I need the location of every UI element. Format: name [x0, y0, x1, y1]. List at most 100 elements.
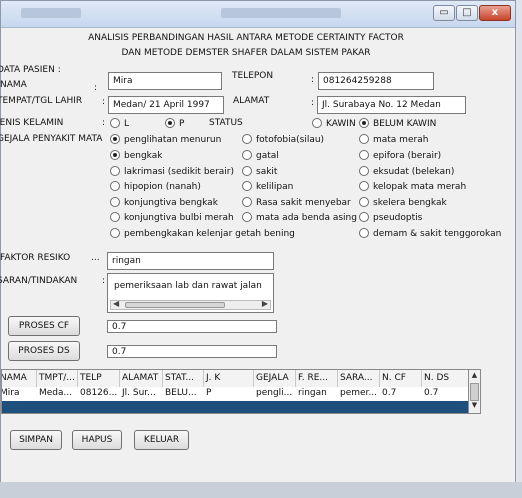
symptom-radio[interactable]: sakit: [242, 165, 277, 178]
saran-tindakan-textarea[interactable]: pemeriksaan lab dan rawat jalan ◀ ▶: [107, 273, 274, 313]
ttl-label: TEMPAT/TGL LAHIR: [0, 96, 83, 106]
symptom-label: bengkak: [124, 151, 163, 161]
status-radio-kawin[interactable]: KAWIN: [312, 117, 356, 130]
symptom-radio[interactable]: pseudoptis: [359, 211, 422, 224]
scroll-up-icon[interactable]: ▲: [470, 371, 479, 382]
symptom-label: fotofobia(silau): [256, 135, 325, 145]
status-radio-belum-kawin[interactable]: BELUM KAWIN: [359, 117, 436, 130]
symptom-label: kelilipan: [256, 182, 294, 192]
radio-icon: [110, 211, 120, 222]
nama-input[interactable]: Mira: [108, 72, 222, 90]
scroll-right-icon[interactable]: ▶: [262, 299, 268, 308]
status-label: STATUS: [209, 118, 243, 128]
telepon-label: TELEPON: [232, 71, 274, 81]
gejala-label: GEJALA PENYAKIT MATA: [0, 134, 103, 144]
column-header[interactable]: GEJALA: [254, 370, 296, 387]
telepon-input[interactable]: 081264259288: [318, 72, 434, 90]
scroll-left-icon[interactable]: ◀: [113, 299, 119, 308]
symptom-radio[interactable]: lakrimasi (sedikit berair): [110, 165, 234, 178]
cf-result-field[interactable]: 0.7: [107, 320, 277, 333]
jenis-kelamin-label: JENIS KELAMIN: [0, 118, 64, 128]
radio-icon: [359, 227, 369, 238]
nama-colon: :: [94, 83, 98, 93]
symptom-radio[interactable]: fotofobia(silau): [242, 133, 325, 146]
faktor-resiko-field[interactable]: ringan: [107, 252, 274, 270]
horizontal-scrollbar[interactable]: ◀ ▶: [110, 299, 271, 310]
keluar-button[interactable]: KELUAR: [134, 430, 189, 450]
symptom-radio[interactable]: penglihatan menurun: [110, 133, 221, 146]
symptom-label: eksudat (belekan): [373, 167, 455, 177]
table-row-selected[interactable]: [2, 401, 468, 413]
proses-ds-button[interactable]: PROSES DS: [8, 341, 80, 361]
column-header[interactable]: SARA...: [338, 370, 380, 387]
table-cell: BELU...: [165, 388, 197, 398]
gender-radio-p[interactable]: P: [165, 117, 185, 130]
scroll-thumb[interactable]: [125, 302, 225, 308]
column-header[interactable]: F. RE...: [296, 370, 338, 387]
column-header[interactable]: STAT...: [163, 370, 204, 387]
symptom-radio[interactable]: konjungtiva bulbi merah: [110, 211, 234, 224]
table-row[interactable]: Mira Meda... 08126... Jl. Sur... BELU...…: [2, 387, 468, 400]
symptom-label: konjungtiva bulbi merah: [124, 213, 234, 223]
maximize-button[interactable]: □: [456, 5, 478, 21]
close-button[interactable]: x: [479, 5, 511, 21]
data-pasien-label: DATA PASIEN :: [0, 65, 61, 75]
saran-tindakan-label: SARAN/TINDAKAN: [0, 276, 78, 286]
table-cell: 0.7: [424, 388, 439, 398]
title-bar-icon-area: [21, 8, 81, 18]
symptom-label: gatal: [256, 151, 279, 161]
proses-cf-button[interactable]: PROSES CF: [8, 316, 80, 336]
symptom-radio[interactable]: skelera bengkak: [359, 196, 447, 209]
symptom-radio[interactable]: pembengkakan kelenjar getah bening: [110, 227, 295, 240]
symptom-radio[interactable]: gatal: [242, 149, 279, 162]
symptom-radio[interactable]: epifora (berair): [359, 149, 442, 162]
radio-icon: [110, 180, 120, 191]
gender-option-l-label: L: [124, 119, 130, 129]
symptom-radio[interactable]: kelopak mata merah: [359, 180, 466, 193]
column-header[interactable]: TMPT/...: [37, 370, 78, 387]
column-header[interactable]: N. DS: [422, 370, 468, 387]
gender-radio-l[interactable]: L: [110, 117, 130, 130]
alamat-colon: :: [311, 98, 315, 108]
table-cell: Mira: [1, 388, 20, 398]
symptom-label: Rasa sakit menyebar: [256, 198, 351, 208]
symptom-radio[interactable]: mata ada benda asing: [242, 211, 357, 224]
symptom-label: epifora (berair): [373, 151, 442, 161]
data-table[interactable]: NAMA TMPT/... TELP ALAMAT STAT... J. K G…: [1, 369, 469, 414]
symptom-radio[interactable]: bengkak: [110, 149, 163, 162]
column-header[interactable]: NAMA: [2, 370, 37, 387]
symptom-radio[interactable]: demam & sakit tenggorokan: [359, 227, 501, 240]
minimize-button[interactable]: ▭: [433, 5, 455, 21]
radio-icon: [242, 196, 252, 207]
symptom-label: pembengkakan kelenjar getah bening: [124, 229, 295, 239]
scroll-thumb[interactable]: [470, 383, 479, 401]
table-vertical-scrollbar[interactable]: ▲ ▼: [469, 369, 481, 414]
simpan-button[interactable]: SIMPAN: [10, 430, 62, 450]
hapus-button[interactable]: HAPUS: [72, 430, 122, 450]
column-header[interactable]: N. CF: [380, 370, 422, 387]
alamat-input[interactable]: Jl. Surabaya No. 12 Medan: [317, 96, 466, 114]
radio-selected-icon: [359, 117, 369, 128]
ttl-input[interactable]: Medan/ 21 April 1997: [108, 96, 224, 114]
radio-icon: [110, 227, 120, 238]
scroll-down-icon[interactable]: ▼: [470, 401, 479, 412]
gender-option-p-label: P: [179, 119, 185, 129]
radio-icon: [359, 165, 369, 176]
symptom-radio[interactable]: mata merah: [359, 133, 428, 146]
symptom-radio[interactable]: eksudat (belekan): [359, 165, 455, 178]
column-header[interactable]: ALAMAT: [120, 370, 163, 387]
symptom-radio[interactable]: Rasa sakit menyebar: [242, 196, 351, 209]
faktor-resiko-label: FAKTOR RESIKO: [0, 253, 71, 263]
symptom-radio[interactable]: hipopion (nanah): [110, 180, 201, 193]
column-header[interactable]: TELP: [78, 370, 120, 387]
telepon-colon: :: [311, 75, 315, 85]
column-header[interactable]: J. K: [204, 370, 254, 387]
table-cell: Jl. Sur...: [122, 388, 156, 398]
ds-result-field[interactable]: 0.7: [107, 345, 277, 358]
symptom-radio[interactable]: kelilipan: [242, 180, 294, 193]
radio-icon: [359, 133, 369, 144]
radio-icon: [242, 211, 252, 222]
symptom-radio[interactable]: konjungtiva bengkak: [110, 196, 218, 209]
faktor-resiko-separator: ...: [91, 253, 100, 263]
radio-selected-icon: [110, 133, 120, 144]
